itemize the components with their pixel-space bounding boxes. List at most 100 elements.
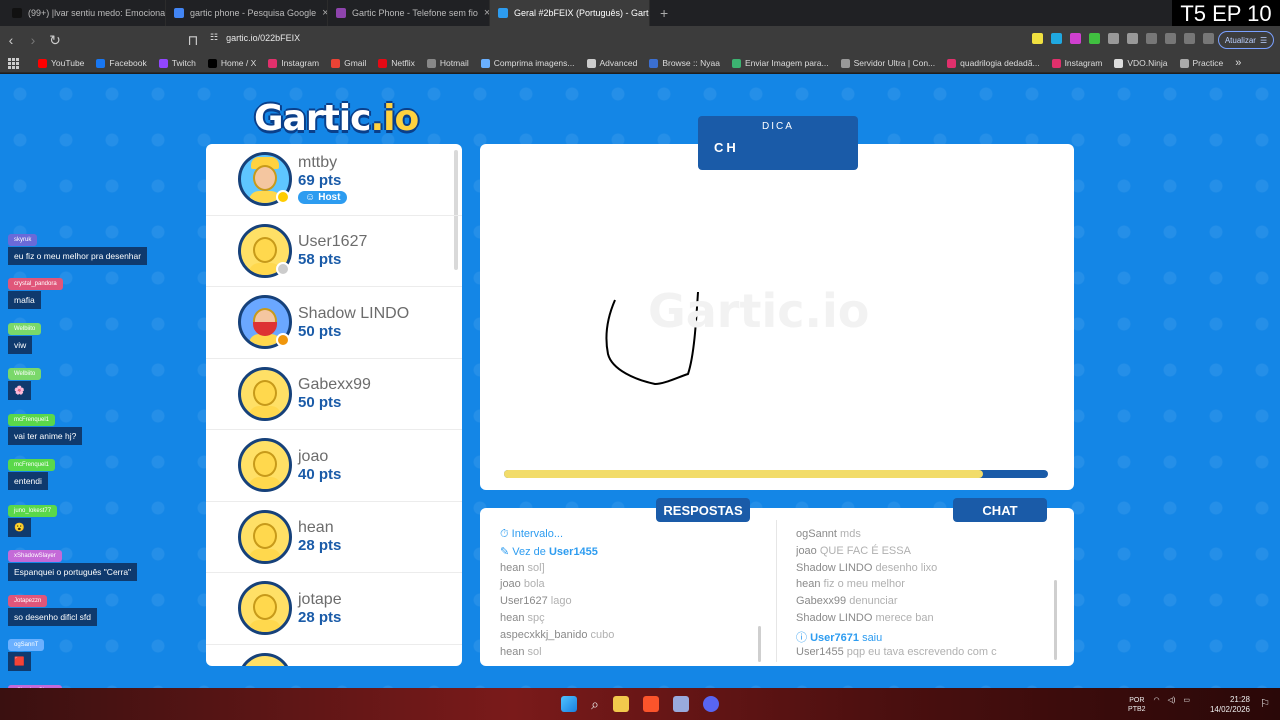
extension-icon[interactable] bbox=[1032, 33, 1043, 44]
sidebar-icon[interactable] bbox=[1165, 33, 1176, 44]
apps-grid-icon[interactable] bbox=[8, 58, 19, 69]
bookmark-item[interactable]: Practice bbox=[1179, 58, 1223, 68]
brave-browser-icon[interactable] bbox=[642, 696, 659, 712]
forward-icon[interactable]: › bbox=[22, 32, 44, 48]
player-row[interactable]: jotape 28 pts bbox=[206, 573, 462, 645]
answer-line: ✎ Vez de User1455 bbox=[500, 545, 758, 562]
tab-answers[interactable]: RESPOSTAS bbox=[656, 498, 750, 522]
chat-user: Shadow LINDO bbox=[796, 561, 873, 574]
bookmark-favicon bbox=[840, 58, 850, 68]
answer-user: hean bbox=[500, 611, 525, 624]
bookmark-icon[interactable]: ⊓ bbox=[182, 32, 204, 49]
bookmark-item[interactable]: Servidor Ultra | Con... bbox=[840, 58, 935, 68]
bookmark-label: YouTube bbox=[51, 58, 85, 68]
back-icon[interactable]: ‹ bbox=[0, 32, 22, 48]
wallet-icon[interactable] bbox=[1184, 33, 1195, 44]
player-row[interactable]: mttby 69 pts ☺ Host bbox=[206, 144, 462, 216]
extension-icon[interactable] bbox=[1108, 33, 1119, 44]
info-icon: ⓘ bbox=[796, 631, 811, 644]
battery-icon[interactable]: ▭ bbox=[1183, 696, 1190, 714]
player-points: 40 pts bbox=[298, 465, 342, 483]
player-row[interactable]: hean 28 pts bbox=[206, 502, 462, 573]
bookmark-item[interactable]: Advanced bbox=[586, 58, 637, 68]
tab-favicon bbox=[174, 8, 184, 18]
bookmark-item[interactable]: quadrilogia dedadã... bbox=[947, 58, 1040, 68]
bookmark-item[interactable]: Gmail bbox=[331, 58, 366, 68]
bookmark-item[interactable]: Enviar Imagem para... bbox=[731, 58, 829, 68]
avatar-face bbox=[253, 236, 277, 263]
bookmark-item[interactable]: Facebook bbox=[96, 58, 147, 68]
player-row[interactable]: Gabexx99 50 pts bbox=[206, 359, 462, 430]
update-button[interactable]: Atualizar ☰ bbox=[1218, 31, 1274, 49]
drawing-canvas[interactable]: Gartic.io bbox=[480, 144, 1074, 490]
extension-icon[interactable] bbox=[1051, 33, 1062, 44]
bookmark-item[interactable]: Home / X bbox=[207, 58, 256, 68]
new-tab-icon[interactable]: + bbox=[650, 5, 678, 21]
stream-chat-text: Espanquei o português "Cerra" bbox=[8, 563, 138, 581]
bookmark-favicon bbox=[158, 58, 168, 68]
search-icon[interactable]: ⌕ bbox=[591, 696, 599, 713]
file-explorer-icon[interactable] bbox=[612, 696, 629, 712]
browser-tab[interactable]: Gartic Phone - Telefone sem fio × bbox=[328, 0, 490, 26]
extension-icon[interactable] bbox=[1089, 33, 1100, 44]
lang-indicator[interactable]: POR PTB2 bbox=[1128, 696, 1146, 714]
notification-icon[interactable]: ⚐ bbox=[1260, 697, 1270, 710]
avatar-body bbox=[249, 620, 281, 633]
windows-start-icon[interactable] bbox=[561, 696, 578, 712]
media-icon[interactable] bbox=[1146, 33, 1157, 44]
vpn-icon[interactable] bbox=[1203, 33, 1214, 44]
bookmark-item[interactable]: Instagram bbox=[268, 58, 319, 68]
bookmark-item[interactable]: Browse :: Nyaa bbox=[649, 58, 720, 68]
answers-scrollbar[interactable] bbox=[758, 626, 761, 662]
stream-chat-username: Welbiito bbox=[8, 368, 42, 380]
stream-chat-message: skyruk eu fiz o meu melhor pra desenhar bbox=[8, 232, 148, 265]
stream-chat-text: mafia bbox=[8, 291, 41, 309]
bookmark-item[interactable]: Instagram bbox=[1051, 58, 1102, 68]
player-avatar bbox=[238, 509, 292, 564]
extension-icon[interactable] bbox=[1127, 33, 1138, 44]
wifi-icon[interactable]: ◠ bbox=[1154, 696, 1160, 714]
stream-chat-username: ogSannT bbox=[8, 639, 45, 651]
stream-chat-text: viw bbox=[8, 336, 33, 354]
player-name: mttby bbox=[298, 154, 338, 172]
app-icon[interactable] bbox=[672, 696, 689, 712]
more-bookmarks-icon[interactable]: » bbox=[1235, 57, 1241, 69]
clock[interactable]: 21:28 14/02/2026 bbox=[1210, 695, 1250, 715]
address-bar[interactable]: ☷ gartic.io/022bFEIX bbox=[210, 32, 300, 43]
site-info-icon[interactable]: ☷ bbox=[210, 32, 218, 43]
chat-message: fiz o meu melhor bbox=[823, 578, 905, 591]
bookmark-item[interactable]: Hotmail bbox=[426, 58, 469, 68]
reload-icon[interactable]: ↻ bbox=[44, 32, 66, 49]
chat-scrollbar[interactable] bbox=[1054, 580, 1057, 660]
chat-line: joao QUE FAC É ESSA bbox=[796, 545, 1054, 562]
player-points: 58 pts bbox=[298, 251, 342, 269]
player-row[interactable]: User1627 58 pts bbox=[206, 216, 462, 287]
browser-tab[interactable]: Geral #2bFEIX (Português) - Gartic× bbox=[490, 0, 650, 26]
tab-title: gartic phone - Pesquisa Google bbox=[190, 8, 317, 18]
discord-icon[interactable] bbox=[702, 696, 719, 712]
player-name: jotape bbox=[298, 590, 342, 608]
answer-message: sol] bbox=[527, 561, 545, 574]
extension-icon[interactable] bbox=[1070, 33, 1081, 44]
volume-icon[interactable]: ◁) bbox=[1168, 696, 1176, 714]
stream-chat-message: xShadowSlayer Espanquei o português "Cerr… bbox=[8, 548, 138, 581]
browser-tab[interactable]: gartic phone - Pesquisa Google × bbox=[166, 0, 328, 26]
bookmark-label: Browse :: Nyaa bbox=[662, 58, 720, 68]
player-row[interactable]: joao 40 pts bbox=[206, 430, 462, 502]
player-row[interactable]: Shadow LINDO 50 pts bbox=[206, 287, 462, 359]
bookmark-item[interactable]: Twitch bbox=[158, 58, 196, 68]
answer-user: User1627 bbox=[500, 595, 548, 608]
browser-tab[interactable]: (99+) |lvar sentiu medo: Emocionante× bbox=[4, 0, 166, 26]
avatar-body bbox=[249, 548, 281, 561]
player-avatar bbox=[238, 438, 292, 493]
answer-line: hean sol] bbox=[500, 562, 758, 579]
bookmark-favicon bbox=[426, 58, 436, 68]
bookmark-item[interactable]: Comprima imagens... bbox=[480, 58, 575, 68]
bookmark-item[interactable]: Netflix bbox=[378, 58, 415, 68]
avatar-face bbox=[253, 594, 277, 621]
chat-user: hean bbox=[796, 578, 821, 591]
player-status-dot bbox=[276, 261, 290, 276]
chat-message: saiu bbox=[862, 631, 883, 644]
bookmark-item[interactable]: VDO.Ninja bbox=[1114, 58, 1168, 68]
bookmark-item[interactable]: YouTube bbox=[38, 58, 84, 68]
